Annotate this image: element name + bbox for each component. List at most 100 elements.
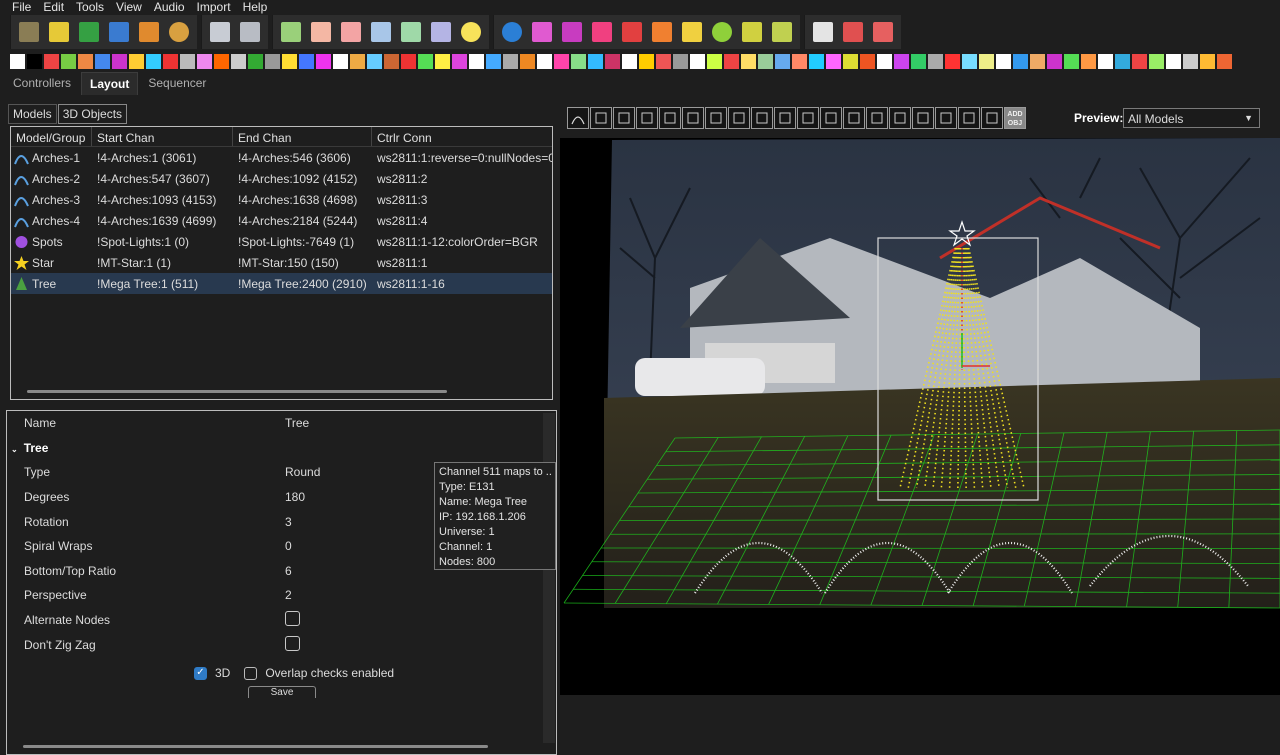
column-header-end-chan[interactable]: End Chan bbox=[233, 127, 372, 146]
effect-67-icon[interactable] bbox=[1132, 54, 1147, 69]
effect-26-icon[interactable] bbox=[435, 54, 450, 69]
horizontal-scrollbar[interactable] bbox=[23, 745, 488, 748]
effect-46-icon[interactable] bbox=[775, 54, 790, 69]
menu-import[interactable]: Import bbox=[191, 0, 237, 14]
effect-59-icon[interactable] bbox=[996, 54, 1011, 69]
effect-48-icon[interactable] bbox=[809, 54, 824, 69]
effect-62-icon[interactable] bbox=[1047, 54, 1062, 69]
sparkle-icon[interactable] bbox=[709, 19, 735, 45]
effect-41-icon[interactable] bbox=[690, 54, 705, 69]
download-icon[interactable] bbox=[958, 107, 980, 129]
curve-icon[interactable] bbox=[797, 107, 819, 129]
zoom-out-icon[interactable] bbox=[840, 19, 866, 45]
effect-63-icon[interactable] bbox=[1064, 54, 1079, 69]
column-header-ctrlr-conn[interactable]: Ctrlr Conn bbox=[372, 127, 552, 146]
globe-icon[interactable] bbox=[499, 19, 525, 45]
wreath-icon[interactable] bbox=[843, 107, 865, 129]
effect-66-icon[interactable] bbox=[1115, 54, 1130, 69]
effect-8-icon[interactable] bbox=[129, 54, 144, 69]
effect-31-icon[interactable] bbox=[520, 54, 535, 69]
effect-20-icon[interactable] bbox=[333, 54, 348, 69]
effect-29-icon[interactable] bbox=[486, 54, 501, 69]
effect-56-icon[interactable] bbox=[945, 54, 960, 69]
tree-icon[interactable] bbox=[912, 107, 934, 129]
effect-12-icon[interactable] bbox=[197, 54, 212, 69]
effect-16-icon[interactable] bbox=[265, 54, 280, 69]
rewind-icon[interactable] bbox=[368, 19, 394, 45]
effect-14-icon[interactable] bbox=[231, 54, 246, 69]
effect-4-icon[interactable] bbox=[61, 54, 76, 69]
effect-70-icon[interactable] bbox=[1183, 54, 1198, 69]
effect-22-icon[interactable] bbox=[367, 54, 382, 69]
render-icon[interactable] bbox=[870, 19, 896, 45]
effect-55-icon[interactable] bbox=[928, 54, 943, 69]
lightbulb-icon[interactable] bbox=[458, 19, 484, 45]
overlay-icon[interactable] bbox=[589, 19, 615, 45]
document-icon[interactable] bbox=[679, 19, 705, 45]
effect-43-icon[interactable] bbox=[724, 54, 739, 69]
save-as-icon[interactable] bbox=[136, 19, 162, 45]
property-category[interactable]: ⌄Tree bbox=[7, 436, 556, 461]
effect-35-icon[interactable] bbox=[588, 54, 603, 69]
effect-37-icon[interactable] bbox=[622, 54, 637, 69]
tab-3d-objects[interactable]: 3D Objects bbox=[58, 104, 127, 124]
import-icon[interactable] bbox=[981, 107, 1003, 129]
effect-44-icon[interactable] bbox=[741, 54, 756, 69]
bars-icon[interactable] bbox=[529, 19, 555, 45]
effect-23-icon[interactable] bbox=[384, 54, 399, 69]
image-icon[interactable] bbox=[751, 107, 773, 129]
candy-cane-icon[interactable] bbox=[590, 107, 612, 129]
effect-27-icon[interactable] bbox=[452, 54, 467, 69]
effect-49-icon[interactable] bbox=[826, 54, 841, 69]
menu-view[interactable]: View bbox=[110, 0, 148, 14]
model-row-tree[interactable]: Tree!Mega Tree:1 (511)!Mega Tree:2400 (2… bbox=[11, 273, 552, 294]
menu-file[interactable]: File bbox=[6, 0, 37, 14]
effect-7-icon[interactable] bbox=[112, 54, 127, 69]
open-folder-icon[interactable] bbox=[16, 19, 42, 45]
effect-5-icon[interactable] bbox=[78, 54, 93, 69]
effect-34-icon[interactable] bbox=[571, 54, 586, 69]
effect-24-icon[interactable] bbox=[401, 54, 416, 69]
effect-39-icon[interactable] bbox=[656, 54, 671, 69]
select-icon[interactable] bbox=[559, 19, 585, 45]
horizontal-scrollbar[interactable] bbox=[27, 390, 447, 393]
chevron-down-icon[interactable]: ⌄ bbox=[11, 445, 18, 454]
overlap-checkbox[interactable] bbox=[244, 667, 257, 680]
property-row[interactable]: Don't Zig Zag bbox=[7, 632, 556, 657]
play-icon[interactable] bbox=[278, 19, 304, 45]
model-row-arches-3[interactable]: Arches-3!4-Arches:1093 (4153)!4-Arches:1… bbox=[11, 189, 552, 210]
model-row-star[interactable]: Star!MT-Star:1 (1)!MT-Star:150 (150)ws28… bbox=[11, 252, 552, 273]
property-checkbox[interactable] bbox=[285, 636, 300, 651]
preview-select[interactable]: All Models▼ bbox=[1123, 108, 1260, 128]
effect-2-icon[interactable] bbox=[27, 54, 42, 69]
channel-block-icon[interactable] bbox=[774, 107, 796, 129]
effect-9-icon[interactable] bbox=[146, 54, 161, 69]
replay-icon[interactable] bbox=[428, 19, 454, 45]
effect-1-icon[interactable] bbox=[10, 54, 25, 69]
menu-tools[interactable]: Tools bbox=[70, 0, 110, 14]
effect-58-icon[interactable] bbox=[979, 54, 994, 69]
open-sequence-icon[interactable] bbox=[76, 19, 102, 45]
line-icon[interactable] bbox=[820, 107, 842, 129]
effect-47-icon[interactable] bbox=[792, 54, 807, 69]
effect-53-icon[interactable] bbox=[894, 54, 909, 69]
matrix-icon[interactable] bbox=[659, 107, 681, 129]
effect-17-icon[interactable] bbox=[282, 54, 297, 69]
effect-11-icon[interactable] bbox=[180, 54, 195, 69]
effect-61-icon[interactable] bbox=[1030, 54, 1045, 69]
property-row[interactable]: Alternate Nodes bbox=[7, 608, 556, 633]
effect-13-icon[interactable] bbox=[214, 54, 229, 69]
effect-25-icon[interactable] bbox=[418, 54, 433, 69]
add-object-icon[interactable]: ADD OBJ bbox=[1004, 107, 1026, 129]
effect-42-icon[interactable] bbox=[707, 54, 722, 69]
effect-6-icon[interactable] bbox=[95, 54, 110, 69]
circle-icon[interactable] bbox=[636, 107, 658, 129]
wand-2-icon[interactable] bbox=[769, 19, 795, 45]
star-icon[interactable] bbox=[889, 107, 911, 129]
house-icon[interactable] bbox=[649, 19, 675, 45]
tab-sequencer[interactable]: Sequencer bbox=[139, 71, 215, 95]
effect-19-icon[interactable] bbox=[316, 54, 331, 69]
effect-52-icon[interactable] bbox=[877, 54, 892, 69]
effect-30-icon[interactable] bbox=[503, 54, 518, 69]
calculator-icon[interactable] bbox=[237, 19, 263, 45]
